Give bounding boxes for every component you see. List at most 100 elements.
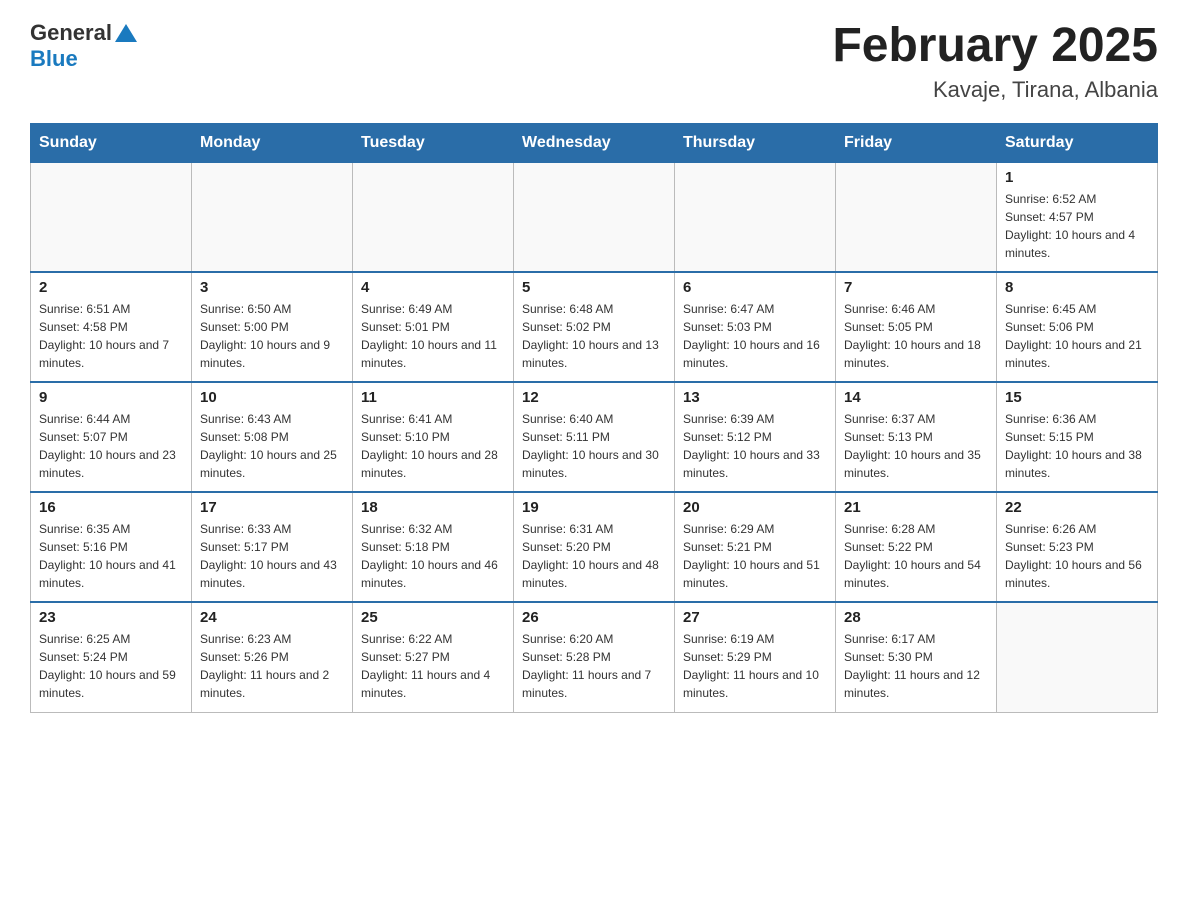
day-number: 14	[844, 389, 988, 406]
calendar-cell: 2 Sunrise: 6:51 AMSunset: 4:58 PMDaylight…	[31, 272, 192, 382]
day-number: 27	[683, 609, 827, 626]
calendar-week-row: 23 Sunrise: 6:25 AMSunset: 5:24 PMDayligh…	[31, 602, 1158, 712]
day-number: 16	[39, 499, 183, 516]
calendar-day-header: Wednesday	[514, 123, 675, 162]
day-number: 7	[844, 279, 988, 296]
day-number: 18	[361, 499, 505, 516]
day-info: Sunrise: 6:50 AMSunset: 5:00 PMDaylight:…	[200, 300, 344, 372]
day-info: Sunrise: 6:51 AMSunset: 4:58 PMDaylight:…	[39, 300, 183, 372]
calendar-day-header: Thursday	[675, 123, 836, 162]
day-number: 22	[1005, 499, 1149, 516]
calendar-cell	[997, 602, 1158, 712]
calendar-cell: 27 Sunrise: 6:19 AMSunset: 5:29 PMDayligh…	[675, 602, 836, 712]
calendar-cell: 4 Sunrise: 6:49 AMSunset: 5:01 PMDaylight…	[353, 272, 514, 382]
day-number: 26	[522, 609, 666, 626]
day-info: Sunrise: 6:46 AMSunset: 5:05 PMDaylight:…	[844, 300, 988, 372]
day-info: Sunrise: 6:23 AMSunset: 5:26 PMDaylight:…	[200, 630, 344, 702]
calendar-week-row: 9 Sunrise: 6:44 AMSunset: 5:07 PMDaylight…	[31, 382, 1158, 492]
calendar-cell: 1Sunrise: 6:52 AMSunset: 4:57 PMDaylight…	[997, 162, 1158, 272]
day-info: Sunrise: 6:31 AMSunset: 5:20 PMDaylight:…	[522, 520, 666, 592]
calendar-cell: 11 Sunrise: 6:41 AMSunset: 5:10 PMDayligh…	[353, 382, 514, 492]
day-info: Sunrise: 6:29 AMSunset: 5:21 PMDaylight:…	[683, 520, 827, 592]
calendar-cell: 8 Sunrise: 6:45 AMSunset: 5:06 PMDaylight…	[997, 272, 1158, 382]
day-info: Sunrise: 6:49 AMSunset: 5:01 PMDaylight:…	[361, 300, 505, 372]
day-info: Sunrise: 6:43 AMSunset: 5:08 PMDaylight:…	[200, 410, 344, 482]
day-number: 19	[522, 499, 666, 516]
day-number: 13	[683, 389, 827, 406]
day-info: Sunrise: 6:45 AMSunset: 5:06 PMDaylight:…	[1005, 300, 1149, 372]
day-info: Sunrise: 6:35 AMSunset: 5:16 PMDaylight:…	[39, 520, 183, 592]
calendar-day-header: Sunday	[31, 123, 192, 162]
calendar-cell: 3 Sunrise: 6:50 AMSunset: 5:00 PMDaylight…	[192, 272, 353, 382]
day-info: Sunrise: 6:36 AMSunset: 5:15 PMDaylight:…	[1005, 410, 1149, 482]
logo-general-text: General	[30, 20, 112, 46]
day-number: 25	[361, 609, 505, 626]
logo-blue-text: Blue	[30, 46, 78, 72]
calendar-day-header: Friday	[836, 123, 997, 162]
calendar-cell	[31, 162, 192, 272]
calendar-cell	[675, 162, 836, 272]
calendar-cell: 6 Sunrise: 6:47 AMSunset: 5:03 PMDaylight…	[675, 272, 836, 382]
day-number: 20	[683, 499, 827, 516]
logo: General Blue	[30, 20, 137, 72]
day-info: Sunrise: 6:22 AMSunset: 5:27 PMDaylight:…	[361, 630, 505, 702]
page-header: General Blue February 2025 Kavaje, Tiran…	[30, 20, 1158, 103]
calendar-cell: 13 Sunrise: 6:39 AMSunset: 5:12 PMDayligh…	[675, 382, 836, 492]
calendar-cell: 28Sunrise: 6:17 AMSunset: 5:30 PMDayligh…	[836, 602, 997, 712]
day-info: Sunrise: 6:39 AMSunset: 5:12 PMDaylight:…	[683, 410, 827, 482]
calendar-cell: 12 Sunrise: 6:40 AMSunset: 5:11 PMDayligh…	[514, 382, 675, 492]
day-number: 24	[200, 609, 344, 626]
day-number: 12	[522, 389, 666, 406]
day-number: 11	[361, 389, 505, 406]
calendar-cell: 26 Sunrise: 6:20 AMSunset: 5:28 PMDayligh…	[514, 602, 675, 712]
calendar-week-row: 2 Sunrise: 6:51 AMSunset: 4:58 PMDaylight…	[31, 272, 1158, 382]
calendar-cell	[192, 162, 353, 272]
day-info: Sunrise: 6:19 AMSunset: 5:29 PMDaylight:…	[683, 630, 827, 702]
day-number: 21	[844, 499, 988, 516]
calendar-cell: 5Sunrise: 6:48 AMSunset: 5:02 PMDaylight…	[514, 272, 675, 382]
calendar-week-row: 1Sunrise: 6:52 AMSunset: 4:57 PMDaylight…	[31, 162, 1158, 272]
calendar-day-header: Saturday	[997, 123, 1158, 162]
day-number: 17	[200, 499, 344, 516]
day-info: Sunrise: 6:20 AMSunset: 5:28 PMDaylight:…	[522, 630, 666, 702]
title-block: February 2025 Kavaje, Tirana, Albania	[832, 20, 1158, 103]
calendar-table: SundayMondayTuesdayWednesdayThursdayFrid…	[30, 123, 1158, 713]
day-number: 28	[844, 609, 988, 626]
day-number: 23	[39, 609, 183, 626]
calendar-cell: 22Sunrise: 6:26 AMSunset: 5:23 PMDayligh…	[997, 492, 1158, 602]
calendar-cell: 24 Sunrise: 6:23 AMSunset: 5:26 PMDayligh…	[192, 602, 353, 712]
day-info: Sunrise: 6:41 AMSunset: 5:10 PMDaylight:…	[361, 410, 505, 482]
calendar-cell: 17 Sunrise: 6:33 AMSunset: 5:17 PMDayligh…	[192, 492, 353, 602]
calendar-cell	[353, 162, 514, 272]
calendar-day-header: Tuesday	[353, 123, 514, 162]
day-info: Sunrise: 6:37 AMSunset: 5:13 PMDaylight:…	[844, 410, 988, 482]
day-info: Sunrise: 6:44 AMSunset: 5:07 PMDaylight:…	[39, 410, 183, 482]
day-info: Sunrise: 6:32 AMSunset: 5:18 PMDaylight:…	[361, 520, 505, 592]
calendar-cell: 9 Sunrise: 6:44 AMSunset: 5:07 PMDaylight…	[31, 382, 192, 492]
day-info: Sunrise: 6:40 AMSunset: 5:11 PMDaylight:…	[522, 410, 666, 482]
day-number: 6	[683, 279, 827, 296]
calendar-cell: 10 Sunrise: 6:43 AMSunset: 5:08 PMDayligh…	[192, 382, 353, 492]
calendar-header-row: SundayMondayTuesdayWednesdayThursdayFrid…	[31, 123, 1158, 162]
calendar-week-row: 16 Sunrise: 6:35 AMSunset: 5:16 PMDayligh…	[31, 492, 1158, 602]
calendar-cell	[514, 162, 675, 272]
day-number: 10	[200, 389, 344, 406]
calendar-cell: 14 Sunrise: 6:37 AMSunset: 5:13 PMDayligh…	[836, 382, 997, 492]
day-number: 3	[200, 279, 344, 296]
day-info: Sunrise: 6:25 AMSunset: 5:24 PMDaylight:…	[39, 630, 183, 702]
calendar-cell: 7 Sunrise: 6:46 AMSunset: 5:05 PMDaylight…	[836, 272, 997, 382]
day-info: Sunrise: 6:33 AMSunset: 5:17 PMDaylight:…	[200, 520, 344, 592]
day-number: 8	[1005, 279, 1149, 296]
day-info: Sunrise: 6:48 AMSunset: 5:02 PMDaylight:…	[522, 300, 666, 372]
day-number: 2	[39, 279, 183, 296]
calendar-cell: 15Sunrise: 6:36 AMSunset: 5:15 PMDayligh…	[997, 382, 1158, 492]
day-number: 1	[1005, 169, 1149, 186]
calendar-day-header: Monday	[192, 123, 353, 162]
calendar-cell: 19 Sunrise: 6:31 AMSunset: 5:20 PMDayligh…	[514, 492, 675, 602]
calendar-cell: 16 Sunrise: 6:35 AMSunset: 5:16 PMDayligh…	[31, 492, 192, 602]
day-number: 9	[39, 389, 183, 406]
page-title: February 2025	[832, 20, 1158, 73]
page-subtitle: Kavaje, Tirana, Albania	[832, 77, 1158, 103]
day-info: Sunrise: 6:47 AMSunset: 5:03 PMDaylight:…	[683, 300, 827, 372]
day-number: 4	[361, 279, 505, 296]
